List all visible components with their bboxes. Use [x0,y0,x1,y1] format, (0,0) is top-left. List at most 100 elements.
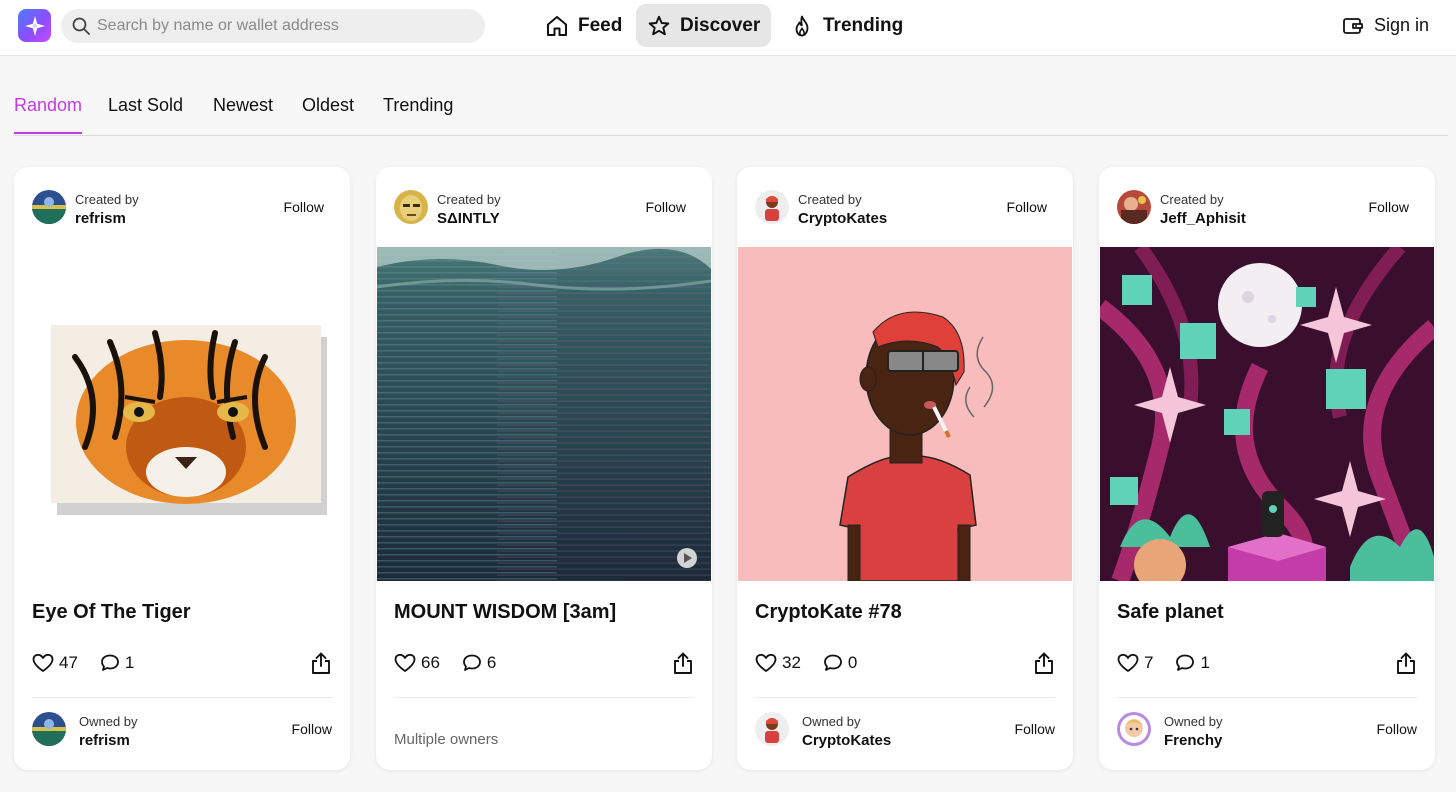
search-input[interactable] [97,11,467,41]
heart-icon [394,653,416,672]
follow-owner-button[interactable]: Follow [1015,721,1055,737]
nav-trending-label: Trending [823,14,904,36]
sparkle-logo-icon[interactable] [18,9,51,42]
creator-avatar[interactable] [1117,190,1151,224]
owner-name[interactable]: CryptoKates [802,732,891,749]
divider [394,697,694,698]
heart-icon [32,653,54,672]
follow-creator-button[interactable]: Follow [1007,199,1047,215]
nav-trending[interactable]: Trending [779,4,914,47]
nft-title[interactable]: MOUNT WISDOM [3am] [394,601,616,624]
comment-count: 1 [1200,653,1210,672]
creator-avatar[interactable] [755,190,789,224]
like-count: 32 [782,653,801,672]
owner-row: Owned by CryptoKates Follow [755,711,1055,751]
star-icon [648,15,670,35]
creator-avatar[interactable] [32,190,66,224]
tab-newest[interactable]: Newest [213,95,273,132]
created-by-label: Created by [798,192,862,207]
nft-title[interactable]: Safe planet [1117,601,1224,624]
comment-count: 6 [486,653,497,672]
share-icon [312,652,330,674]
like-count: 47 [59,653,78,672]
tab-oldest[interactable]: Oldest [302,95,354,132]
nft-card[interactable]: Created by CryptoKates Follow CryptoKate… [737,167,1073,770]
comment-count: 1 [124,653,135,672]
owner-name[interactable]: Frenchy [1164,732,1223,749]
comment-icon [1176,654,1195,671]
nft-image[interactable] [15,247,349,581]
multiple-owners-label[interactable]: Multiple owners [394,731,498,748]
follow-creator-button[interactable]: Follow [646,199,686,215]
nft-title[interactable]: CryptoKate #78 [755,601,902,624]
comment-button[interactable]: 0 [823,653,857,673]
sign-in-button[interactable]: Sign in [1330,4,1441,47]
follow-owner-button[interactable]: Follow [292,721,332,737]
heart-icon [1117,653,1139,672]
tab-random[interactable]: Random [14,95,83,134]
nft-stats: 7 1 [1117,651,1417,675]
comment-button[interactable]: 6 [462,653,496,673]
owned-by-label: Owned by [79,714,138,729]
share-button[interactable] [1033,651,1055,680]
owned-by-label: Owned by [802,714,861,729]
share-icon [674,652,692,674]
nav-discover[interactable]: Discover [636,4,772,47]
heart-icon [755,653,777,672]
share-button[interactable] [1395,651,1417,680]
creator-name[interactable]: refrism [75,210,139,227]
share-button[interactable] [672,651,694,680]
divider [32,697,332,698]
tab-trending[interactable]: Trending [383,95,453,132]
nft-image[interactable] [738,247,1072,581]
like-button[interactable]: 47 [32,653,78,673]
like-button[interactable]: 7 [1117,653,1153,673]
nft-card[interactable]: Created by SΔINTLY Follow MOUNT WISDOM [… [376,167,712,770]
nav-feed-label: Feed [578,14,623,36]
nft-stats: 32 0 [755,651,1055,675]
search-icon [72,17,90,35]
creator-row: Created by refrism Follow [32,189,332,229]
creator-name[interactable]: SΔINTLY [437,210,501,227]
flame-icon [795,15,809,36]
sort-tabs: Random Last Sold Newest Oldest Trending [14,84,1448,136]
nft-card[interactable]: Created by refrism Follow Eye Of The Tig… [14,167,350,770]
owner-avatar[interactable] [32,712,66,746]
creator-avatar[interactable] [394,190,428,224]
comment-icon [824,654,842,671]
owner-row: Owned by refrism Follow [32,711,332,751]
nft-video[interactable] [377,247,711,581]
comment-count: 0 [847,653,858,672]
creator-row: Created by SΔINTLY Follow [394,189,694,229]
creator-row: Created by Jeff_Aphisit Follow [1117,189,1417,229]
like-button[interactable]: 66 [394,653,440,673]
nav-feed[interactable]: Feed [534,4,633,47]
follow-owner-button[interactable]: Follow [1377,721,1417,737]
nft-stats: 66 6 [394,651,694,675]
comment-icon [101,654,119,671]
nft-image[interactable] [1100,247,1434,581]
divider [1117,697,1417,698]
owner-row: Owned by Frenchy Follow [1117,711,1417,751]
comment-button[interactable]: 1 [100,653,134,673]
tab-last-sold[interactable]: Last Sold [108,95,183,132]
creator-name[interactable]: CryptoKates [798,210,887,227]
like-button[interactable]: 32 [755,653,801,673]
owner-avatar[interactable] [1117,712,1151,746]
created-by-label: Created by [75,192,139,207]
like-count: 66 [421,653,440,672]
owner-avatar[interactable] [755,712,789,746]
owner-name[interactable]: refrism [79,732,138,749]
comment-icon [463,654,481,671]
creator-name[interactable]: Jeff_Aphisit [1160,210,1246,227]
nft-stats: 47 1 [32,651,332,675]
creator-row: Created by CryptoKates Follow [755,189,1055,229]
follow-creator-button[interactable]: Follow [1369,199,1409,215]
comment-button[interactable]: 1 [1175,653,1210,673]
nft-title[interactable]: Eye Of The Tiger [32,601,191,624]
nft-card[interactable]: Created by Jeff_Aphisit Follow Safe plan… [1099,167,1435,770]
search-bar[interactable] [61,9,485,43]
share-icon [1035,652,1053,674]
share-button[interactable] [310,651,332,680]
follow-creator-button[interactable]: Follow [284,199,324,215]
